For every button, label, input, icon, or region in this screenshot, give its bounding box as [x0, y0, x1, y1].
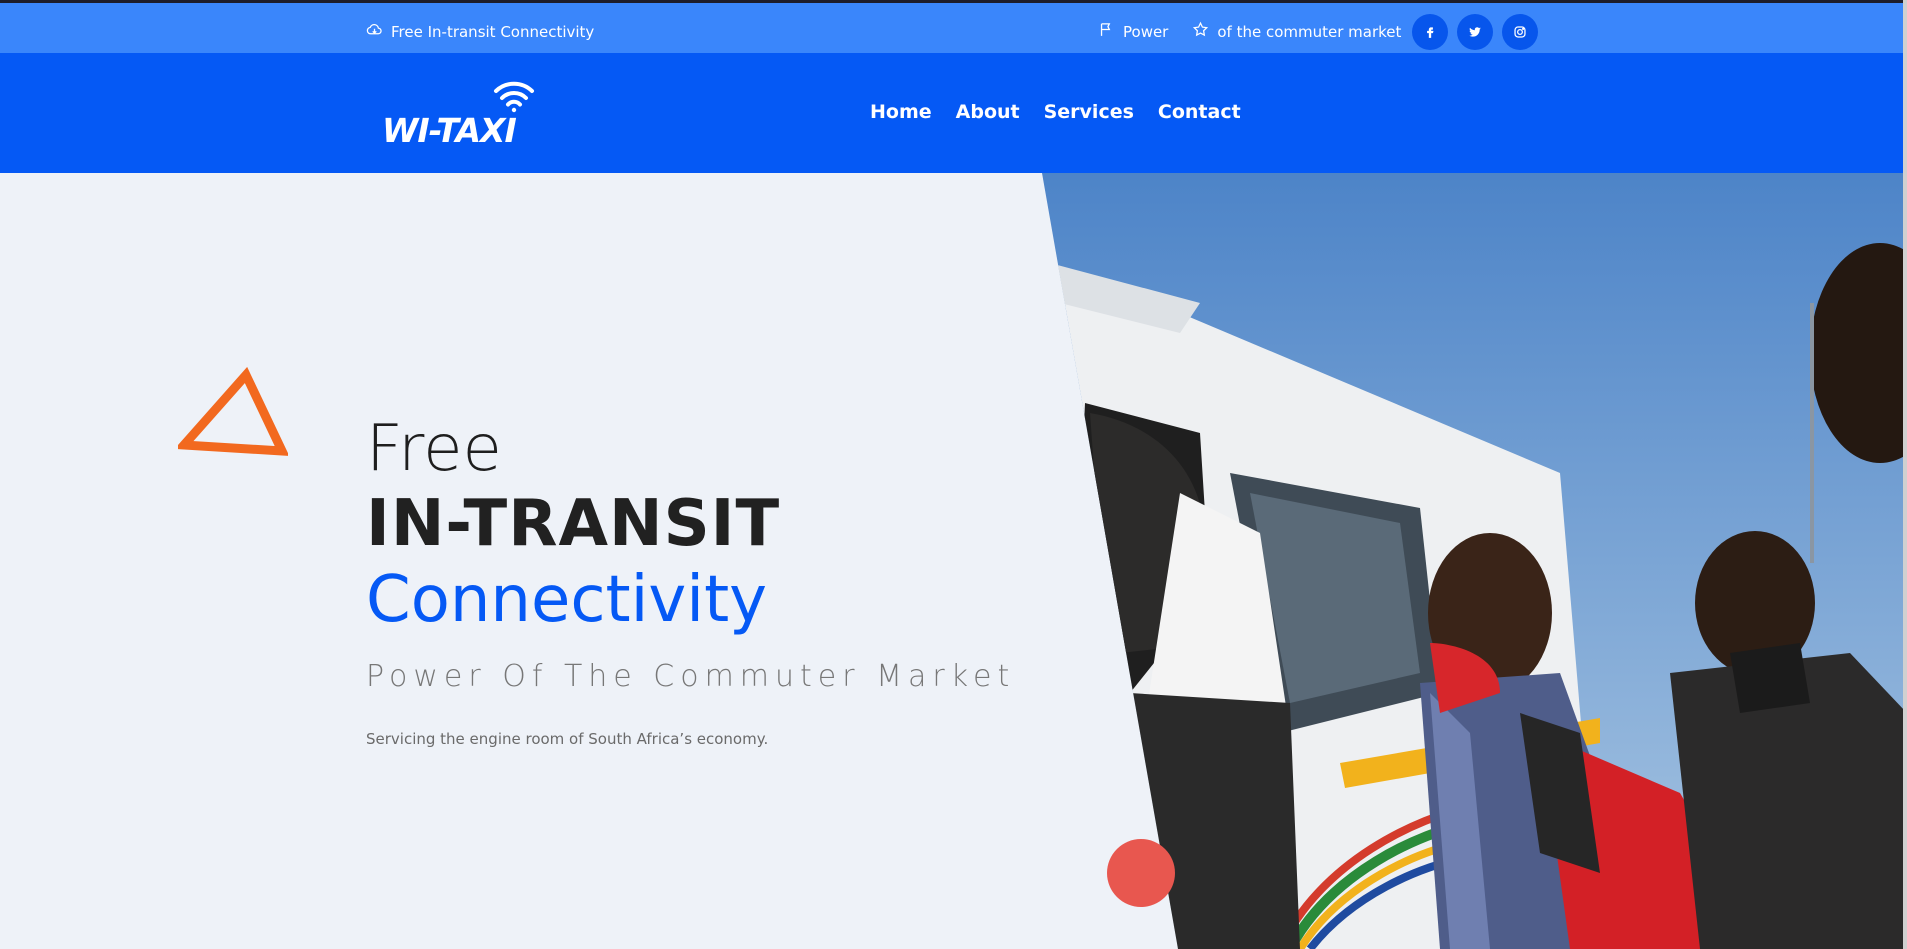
- top-info-left: Free In-transit Connectivity: [366, 21, 594, 42]
- logo[interactable]: WI-TAXI: [382, 79, 542, 150]
- wifi-icon: [494, 81, 534, 113]
- hero-section: Free IN-TRANSIT Connectivity Power Of Th…: [0, 173, 1907, 949]
- social-links: [1412, 14, 1538, 50]
- cloud-icon: [366, 21, 383, 42]
- hero-description: Servicing the engine room of South Afric…: [366, 730, 769, 748]
- hero-tagline: Power Of The Commuter Market: [366, 659, 1016, 694]
- top-info-market-text: of the commuter market: [1217, 22, 1402, 41]
- triangle-shape: [178, 367, 288, 456]
- nav-home[interactable]: Home: [870, 101, 932, 123]
- hero-text: Free IN-TRANSIT Connectivity Power Of Th…: [366, 413, 1015, 748]
- nav-contact[interactable]: Contact: [1158, 101, 1241, 123]
- twitter-icon[interactable]: [1457, 14, 1493, 50]
- instagram-icon[interactable]: [1502, 14, 1538, 50]
- facebook-icon[interactable]: [1412, 14, 1448, 50]
- top-info-right: Power of the commuter market: [1098, 21, 1417, 42]
- star-icon: [1192, 21, 1209, 42]
- top-info-power-text: Power: [1123, 22, 1169, 41]
- primary-nav: Home About Services Contact: [870, 101, 1241, 123]
- logo-wordmark: WI-TAXI: [382, 111, 517, 150]
- nav-about[interactable]: About: [956, 101, 1020, 123]
- hero-line-connectivity: Connectivity: [366, 563, 768, 637]
- top-info-text: Free In-transit Connectivity: [391, 22, 595, 41]
- scrollbar[interactable]: [1903, 0, 1907, 949]
- nav-services[interactable]: Services: [1044, 101, 1134, 123]
- top-info-bar: Free In-transit Connectivity Power of th…: [0, 0, 1907, 53]
- top-info-market: of the commuter market: [1192, 21, 1401, 42]
- hero-line-free: Free: [366, 412, 502, 486]
- hero-line-intransit: IN-TRANSIT: [366, 487, 781, 561]
- decorative-dot: [1107, 839, 1175, 907]
- top-info-power: Power: [1098, 21, 1168, 42]
- flag-icon: [1098, 21, 1115, 42]
- main-navbar: WI-TAXI Home About Services Contact: [0, 53, 1907, 173]
